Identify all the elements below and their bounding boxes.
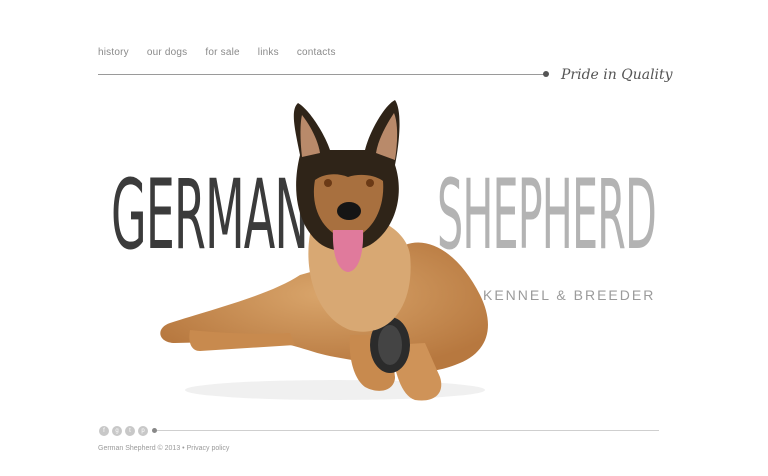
nav-item-our-dogs[interactable]: our dogs [147,47,188,58]
nav-item-for-sale[interactable]: for sale [205,47,239,58]
pinterest-icon[interactable]: p [138,426,148,436]
facebook-icon[interactable]: f [99,426,109,436]
nav-item-links[interactable]: links [258,47,279,58]
header-divider [98,74,544,75]
hero-subtitle: KENNEL & BREEDER [483,287,656,303]
google-plus-icon[interactable]: g [112,426,122,436]
nav-item-contacts[interactable]: contacts [297,47,336,58]
footer-divider [157,430,659,431]
footer: German Shepherd © 2013 • Privacy policy [98,445,229,452]
header-divider-dot [543,71,549,77]
german-shepherd-dog-image [160,100,488,401]
copyright-text: German Shepherd © 2013 [98,445,181,452]
privacy-policy-link[interactable]: Privacy policy [187,445,230,452]
social-links: f g t p [99,426,148,436]
footer-separator: • [182,445,185,452]
main-nav: history our dogs for sale links contacts [98,47,336,58]
twitter-icon[interactable]: t [125,426,135,436]
tagline: Pride in Quality [561,67,673,83]
nav-item-history[interactable]: history [98,47,129,58]
